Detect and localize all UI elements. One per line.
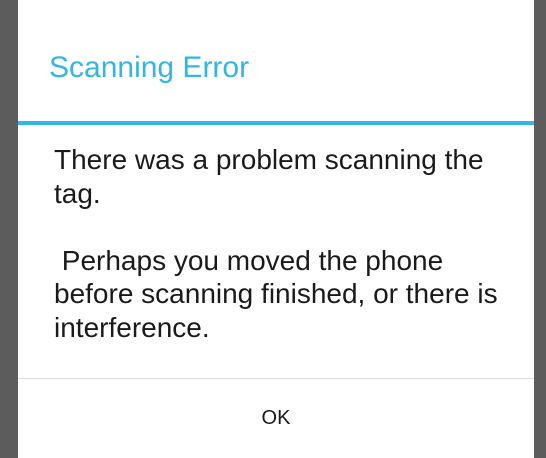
ok-button[interactable]: OK (18, 379, 534, 458)
dialog-message: There was a problem scanning the tag. Pe… (54, 144, 498, 343)
screen-backdrop: Scanning Error There was a problem scann… (0, 0, 546, 458)
title-divider (18, 121, 534, 125)
dialog-title: Scanning Error (49, 51, 250, 84)
scanning-error-dialog: Scanning Error There was a problem scann… (18, 0, 534, 458)
